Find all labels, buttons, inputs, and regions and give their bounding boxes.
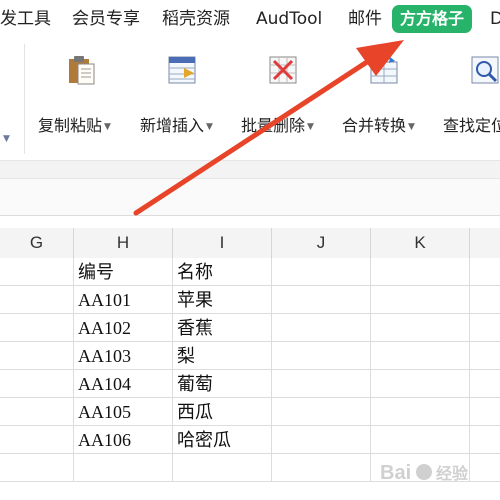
cell[interactable] xyxy=(0,258,74,286)
baidu-jingyan-logo-icon: Bai 经验 xyxy=(380,462,469,484)
column-header-l[interactable] xyxy=(470,228,500,258)
cell[interactable] xyxy=(371,426,470,454)
menu-fangfang-gezi[interactable]: 方方格子 xyxy=(392,5,473,33)
find-locate-tool[interactable]: 查找定位 xyxy=(443,54,500,144)
column-headers: G H I J K xyxy=(0,228,500,259)
find-locate-label: 查找定位 xyxy=(443,116,500,135)
cell[interactable] xyxy=(272,370,371,398)
caret-down-icon: ▼ xyxy=(206,121,213,132)
table-row: AA105 西瓜 xyxy=(0,398,500,426)
cell[interactable] xyxy=(0,286,74,314)
column-header-i[interactable]: I xyxy=(173,228,272,258)
menu-mail[interactable]: 邮件 xyxy=(348,5,382,33)
cell[interactable]: AA103 xyxy=(74,342,173,370)
cell[interactable]: 编号 xyxy=(74,258,173,286)
cell[interactable] xyxy=(371,342,470,370)
column-header-g[interactable]: G xyxy=(0,228,74,258)
cell[interactable] xyxy=(74,454,173,482)
menu-member[interactable]: 会员专享 xyxy=(72,5,140,33)
cell[interactable] xyxy=(272,426,371,454)
cell[interactable]: AA101 xyxy=(74,286,173,314)
insert-tool[interactable]: 新增插入 ▼ xyxy=(140,54,230,144)
watermark: Bai 经验 xyxy=(380,455,490,491)
column-header-j[interactable]: J xyxy=(272,228,371,258)
find-magnifier-icon xyxy=(469,54,500,86)
cell[interactable]: AA102 xyxy=(74,314,173,342)
menu-audtool[interactable]: AudTool xyxy=(256,5,322,33)
cell[interactable] xyxy=(173,454,272,482)
cell[interactable] xyxy=(0,342,74,370)
menu-d[interactable]: D xyxy=(490,5,500,33)
caret-down-icon: ▼ xyxy=(307,121,314,132)
cell[interactable] xyxy=(0,398,74,426)
cell[interactable]: 葡萄 xyxy=(173,370,272,398)
ribbon-divider xyxy=(24,44,25,154)
table-row: AA102 香蕉 xyxy=(0,314,500,342)
cell[interactable] xyxy=(272,258,371,286)
menu-bar: 发工具 会员专享 稻壳资源 AudTool 邮件 方方格子 D xyxy=(0,0,500,38)
cell[interactable]: 西瓜 xyxy=(173,398,272,426)
merge-convert-tool[interactable]: 合并转换 ▼ xyxy=(342,54,432,144)
cell[interactable] xyxy=(272,398,371,426)
toolbar-strip xyxy=(0,178,500,216)
cell[interactable]: AA106 xyxy=(74,426,173,454)
table-row: AA106 哈密瓜 xyxy=(0,426,500,454)
ribbon: ▼ 复制粘贴 ▼ 新增插入 ▼ 批量删除 ▼ 合并转换 ▼ 查找定位 xyxy=(0,38,500,160)
caret-down-icon: ▼ xyxy=(408,121,415,132)
cell[interactable]: 名称 xyxy=(173,258,272,286)
cell[interactable] xyxy=(0,370,74,398)
cell[interactable] xyxy=(0,454,74,482)
cell[interactable]: 香蕉 xyxy=(173,314,272,342)
ribbon-collapse-caret-icon[interactable]: ▼ xyxy=(3,134,10,144)
insert-rows-icon xyxy=(166,54,198,86)
cell[interactable] xyxy=(272,286,371,314)
caret-down-icon: ▼ xyxy=(104,121,111,132)
cell[interactable] xyxy=(272,342,371,370)
cell[interactable] xyxy=(371,286,470,314)
table-row: AA101 苹果 xyxy=(0,286,500,314)
cell[interactable] xyxy=(371,370,470,398)
svg-text:Bai: Bai xyxy=(380,462,411,484)
cell[interactable] xyxy=(371,398,470,426)
cell[interactable] xyxy=(272,454,371,482)
svg-text:经验: 经验 xyxy=(436,464,469,483)
menu-docer[interactable]: 稻壳资源 xyxy=(162,5,230,33)
cell[interactable] xyxy=(0,426,74,454)
cell[interactable] xyxy=(272,314,371,342)
cell[interactable]: 梨 xyxy=(173,342,272,370)
cell[interactable] xyxy=(0,314,74,342)
formula-bar-area xyxy=(0,160,500,179)
copy-paste-label: 复制粘贴 ▼ xyxy=(38,116,111,135)
menu-dev-tools[interactable]: 发工具 xyxy=(0,5,51,33)
cell[interactable]: AA105 xyxy=(74,398,173,426)
cell[interactable]: AA104 xyxy=(74,370,173,398)
insert-label: 新增插入 ▼ xyxy=(140,116,213,135)
table-row: AA103 梨 xyxy=(0,342,500,370)
table-row: 编号 名称 xyxy=(0,258,500,286)
cell[interactable] xyxy=(371,258,470,286)
copy-paste-tool[interactable]: 复制粘贴 ▼ xyxy=(38,54,128,144)
cell[interactable]: 哈密瓜 xyxy=(173,426,272,454)
column-header-k[interactable]: K xyxy=(371,228,470,258)
cell[interactable] xyxy=(371,314,470,342)
batch-delete-label: 批量删除 ▼ xyxy=(241,116,314,135)
clipboard-paste-icon xyxy=(66,54,98,86)
merge-convert-icon xyxy=(368,54,400,86)
table-row: AA104 葡萄 xyxy=(0,370,500,398)
cell[interactable]: 苹果 xyxy=(173,286,272,314)
column-header-h[interactable]: H xyxy=(74,228,173,258)
merge-convert-label: 合并转换 ▼ xyxy=(342,116,415,135)
batch-delete-tool[interactable]: 批量删除 ▼ xyxy=(241,54,331,144)
delete-x-icon xyxy=(267,54,299,86)
